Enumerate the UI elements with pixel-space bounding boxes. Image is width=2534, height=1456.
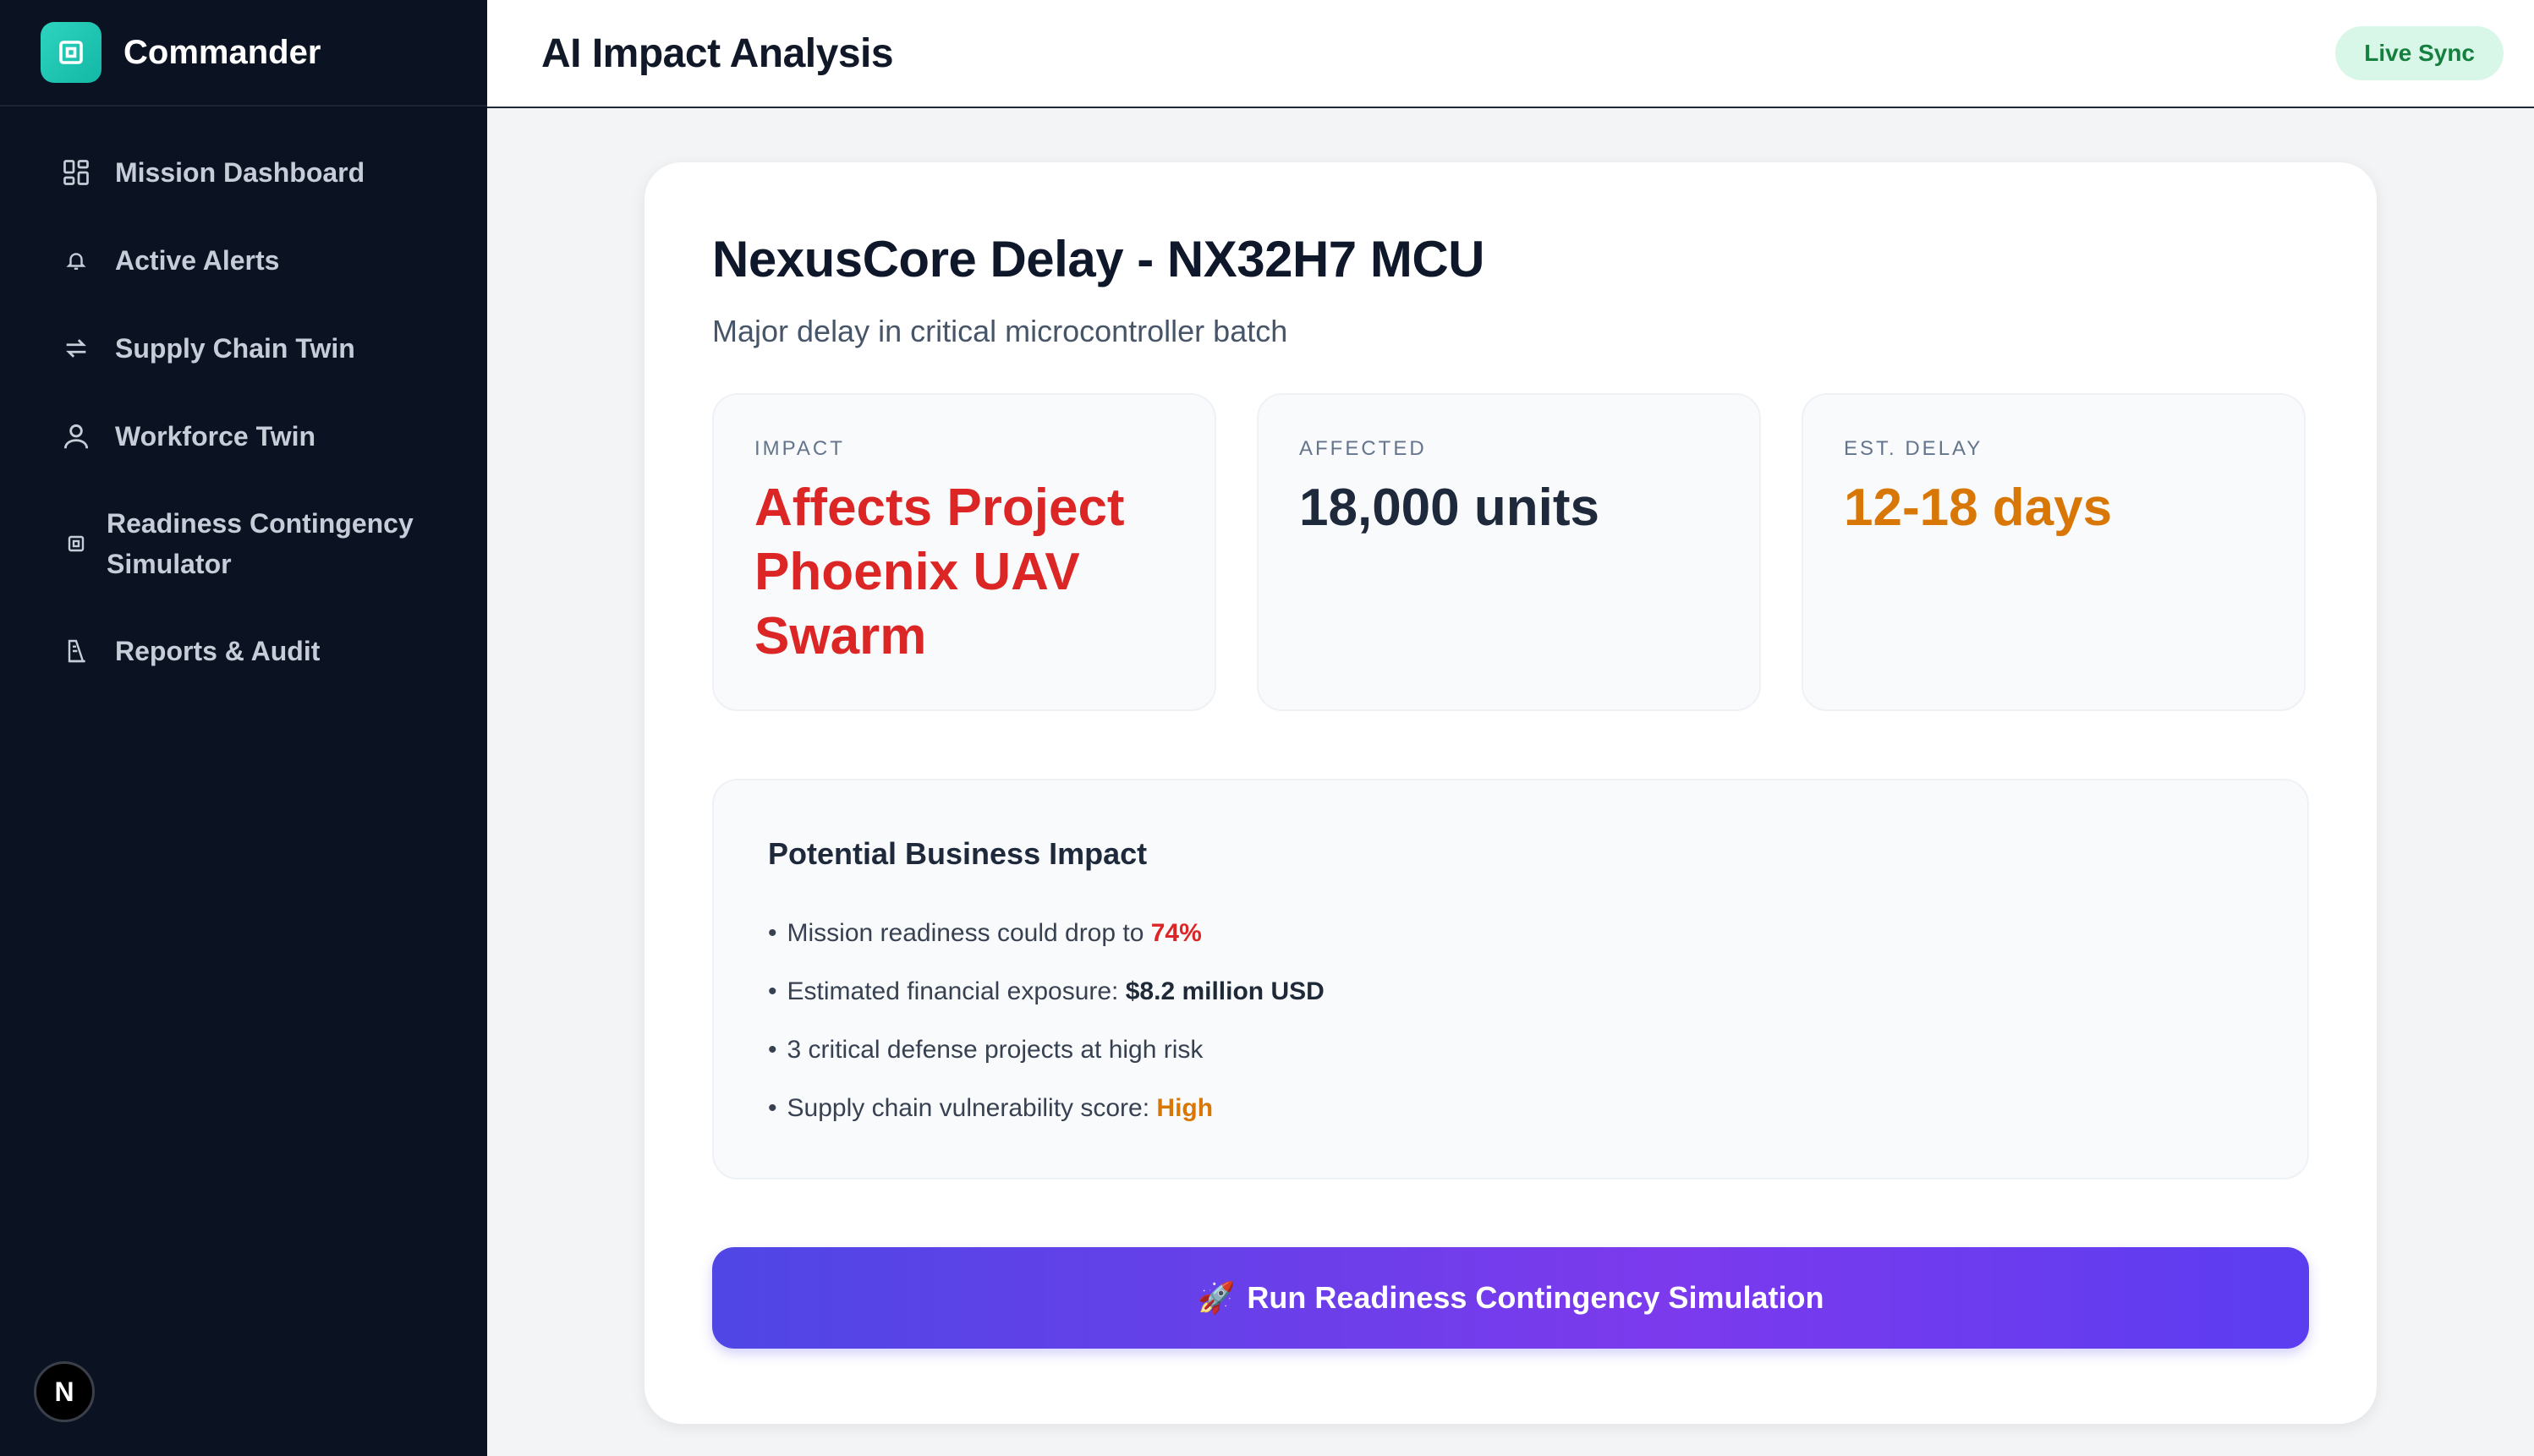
list-item: • Mission readiness could drop to 74%	[768, 918, 1202, 947]
card-subtitle: Major delay in critical microcontroller …	[712, 314, 1288, 348]
sidebar-item-label: Mission Dashboard	[115, 156, 365, 188]
impact-value: $8.2 million USD	[1125, 977, 1325, 1005]
sidebar-item-label: Readiness Contingency Simulator	[107, 508, 414, 579]
page-title: AI Impact Analysis	[541, 30, 894, 76]
stat-label: AFFECTED	[1299, 437, 1427, 460]
list-item: • Estimated financial exposure: $8.2 mil…	[768, 977, 1325, 1005]
main-content: AI Impact Analysis Live Sync NexusCore D…	[487, 0, 2534, 1456]
next-badge-icon[interactable]: N	[34, 1361, 95, 1422]
sidebar-item-workforce-twin[interactable]: Workforce Twin	[58, 392, 453, 480]
run-simulation-button[interactable]: 🚀 Run Readiness Contingency Simulation	[712, 1247, 2309, 1349]
sidebar-nav: Mission Dashboard Active Alerts Supply C…	[0, 107, 487, 695]
sidebar-item-label: Active Alerts	[115, 244, 280, 276]
arrows-icon	[58, 330, 95, 367]
cpu-icon	[58, 525, 95, 562]
stat-est-delay: EST. DELAY 12-18 days	[1802, 393, 2306, 711]
impact-text: Mission readiness could drop to	[787, 918, 1144, 947]
grid-icon	[58, 154, 95, 191]
user-icon	[58, 418, 95, 455]
business-impact-box: Potential Business Impact • Mission read…	[712, 779, 2309, 1180]
sidebar-item-label: Reports & Audit	[115, 635, 321, 666]
stat-impact: IMPACT Affects Project Phoenix UAV Swarm	[712, 393, 1216, 711]
stats-row: IMPACT Affects Project Phoenix UAV Swarm…	[712, 393, 2309, 711]
impact-list: • Mission readiness could drop to 74% • …	[768, 904, 2253, 1137]
card-title: NexusCore Delay - NX32H7 MCU	[712, 231, 1484, 287]
impact-text: 3 critical defense projects at high risk	[787, 1035, 1204, 1064]
list-item: • 3 critical defense projects at high ri…	[768, 1035, 1204, 1064]
bell-icon	[58, 242, 95, 279]
sidebar-item-active-alerts[interactable]: Active Alerts	[58, 216, 453, 304]
stat-value: Affects Project Phoenix UAV Swarm	[754, 479, 1125, 665]
impact-text: Supply chain vulnerability score:	[787, 1093, 1150, 1122]
stat-value: 12-18 days	[1844, 479, 2113, 537]
brand: Commander	[0, 0, 487, 107]
impact-title: Potential Business Impact	[768, 836, 1148, 871]
stat-label: EST. DELAY	[1844, 437, 1983, 460]
sidebar: Commander Mission Dashboard Active Alert…	[0, 0, 487, 1456]
impact-value: High	[1156, 1093, 1214, 1122]
commander-logo-icon	[41, 22, 101, 83]
sidebar-item-label: Supply Chain Twin	[115, 332, 355, 364]
sidebar-item-mission-dashboard[interactable]: Mission Dashboard	[58, 129, 453, 216]
stat-value: 18,000 units	[1299, 479, 1599, 537]
impact-card: NexusCore Delay - NX32H7 MCU Major delay…	[644, 162, 2377, 1424]
list-item: • Supply chain vulnerability score: High	[768, 1093, 1214, 1122]
sidebar-item-reports-audit[interactable]: Reports & Audit	[58, 607, 453, 695]
impact-value: 74%	[1150, 918, 1202, 947]
sidebar-item-supply-chain-twin[interactable]: Supply Chain Twin	[58, 304, 453, 392]
run-simulation-label: Run Readiness Contingency Simulation	[1247, 1280, 1824, 1315]
live-sync-badge: Live Sync	[2335, 26, 2504, 80]
stat-affected: AFFECTED 18,000 units	[1257, 393, 1761, 711]
app-root: Commander Mission Dashboard Active Alert…	[0, 0, 2534, 1456]
sidebar-item-readiness-contingency-simulator[interactable]: Readiness Contingency Simulator	[58, 480, 453, 607]
stat-label: IMPACT	[754, 437, 845, 460]
app-name: Commander	[123, 33, 321, 71]
impact-text: Estimated financial exposure:	[787, 977, 1119, 1005]
page-header: AI Impact Analysis Live Sync	[487, 0, 2534, 108]
rocket-icon: 🚀	[1197, 1280, 1236, 1315]
sidebar-item-label: Workforce Twin	[115, 420, 316, 452]
document-icon	[58, 632, 95, 670]
